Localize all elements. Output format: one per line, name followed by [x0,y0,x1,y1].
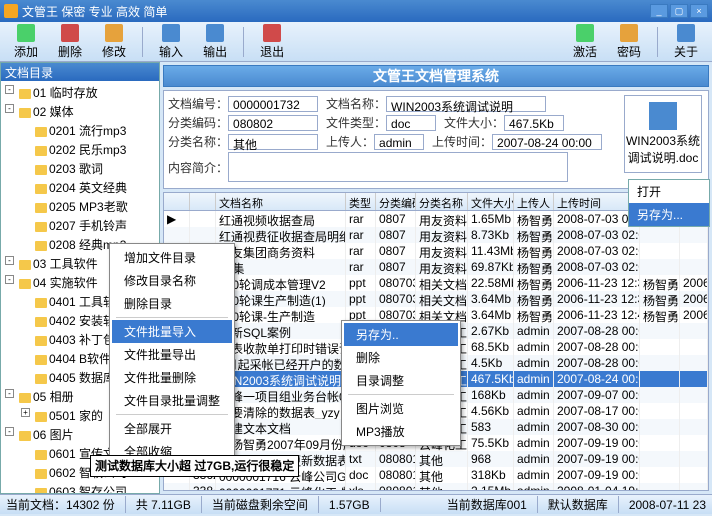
maximize-button[interactable]: ▢ [670,4,688,18]
desc-value [228,152,568,182]
menu-item[interactable]: 修改目录名称 [112,269,232,292]
table-row[interactable]: 860轮课生产制造(1)ppt080703相关文档3.64Mb杨智勇2006-1… [164,291,708,307]
table-row[interactable]: ▶红通视频收据查局rar0807用友资料1.65Mb杨智勇2008-07-03 … [164,211,708,227]
tb-exit[interactable]: 退出 [252,22,292,62]
menu-item[interactable]: 文件目录批量调整 [112,389,232,412]
add-icon [17,24,35,42]
menu-item[interactable]: 全部展开 [112,417,232,440]
tree-item[interactable]: 0204 英文经典 [3,178,157,197]
folder-icon [19,431,31,441]
in-icon [162,24,180,42]
folder-icon [19,89,31,99]
key-icon [576,24,594,42]
row-context-menu[interactable]: 另存为..删除目录调整图片浏览MP3播放 [341,320,461,446]
menu-item[interactable]: 目录调整 [344,369,458,392]
action-open[interactable]: 打开 [629,180,709,203]
table-header: 文档名称类型分类编码分类名称文件大小上传人上传时间更改人 [164,193,708,211]
edit-icon [105,24,123,42]
folder-icon [35,317,47,327]
table-row[interactable]: 用友集团商务资料rar0807用友资料11.43Mb杨智勇2008-07-03 … [164,243,708,259]
menu-item[interactable]: 删除目录 [112,292,232,315]
folder-icon [35,146,47,156]
tb-add[interactable]: 添加 [6,22,46,62]
tree-item[interactable]: 0205 MP3老歌 [3,197,157,216]
folder-icon [19,108,31,118]
folder-icon [35,222,47,232]
folder-icon [35,298,47,308]
tree-item[interactable]: 0207 手机铃声 [3,216,157,235]
preview-actions: 打开 另存为... [628,179,710,227]
tb-in[interactable]: 输入 [151,22,191,62]
tree-item[interactable]: 0202 民乐mp3 [3,140,157,159]
menu-item[interactable]: 文件批量导入 [112,320,232,343]
tb-password[interactable]: 密码 [609,22,649,62]
lock-icon [620,24,638,42]
tb-out[interactable]: 输出 [195,22,235,62]
folder-icon [35,241,47,251]
exit-icon [263,24,281,42]
menu-item[interactable]: 图片浏览 [344,397,458,420]
folder-icon [35,203,47,213]
tb-delete[interactable]: 删除 [50,22,90,62]
tree-item[interactable]: 0203 歌词 [3,159,157,178]
sidebar-header: 文档目录 [1,63,159,81]
info-icon [677,24,695,42]
folder-icon [35,488,47,493]
table-row[interactable]: 红通视费征收据查局明细表rar0807用友资料8.73Kb杨智勇2008-07-… [164,227,708,243]
preview-box[interactable]: WIN2003系统调试说明.doc [624,95,702,173]
app-icon [4,4,18,18]
tree-context-menu[interactable]: 增加文件目录修改目录名称删除目录文件批量导入文件批量导出文件批量删除文件目录批量… [109,243,235,466]
word-icon [649,102,677,130]
tb-edit[interactable]: 修改 [94,22,134,62]
menu-item[interactable]: 删除 [344,346,458,369]
app-banner: 文管王文档管理系统 [163,65,709,87]
folder-icon [19,393,31,403]
folder-icon [19,279,31,289]
folder-icon [35,127,47,137]
delete-icon [61,24,79,42]
folder-icon [35,412,47,422]
doc-name-value: WIN2003系统调试说明 [386,96,546,112]
menu-item[interactable]: 文件批量删除 [112,366,232,389]
doc-no-value: 0000001732 [228,96,318,112]
window-title: 文管王 保密 专业 高效 简单 [22,3,650,20]
folder-icon [35,469,47,479]
tree-item[interactable]: -01 临时存放 [3,83,157,102]
tb-about[interactable]: 关于 [666,22,706,62]
annotation-overlay: 测试数据库大小超 过7GB,运行很稳定 [90,455,299,477]
folder-icon [35,374,47,384]
tb-activate[interactable]: 激活 [565,22,605,62]
table-row[interactable]: 33840000001771 云峰化工-物流系统流程设计xls080801其他2… [164,483,708,491]
table-row[interactable]: 86集rar0807用友资料69.87Kb杨智勇2008-07-03 02:04 [164,259,708,275]
table-row[interactable]: 860轮调成本管理V2ppt080703相关文档22.58Mb杨智勇2006-1… [164,275,708,291]
close-button[interactable]: × [690,4,708,18]
toolbar: 添加 删除 修改 输入 输出 退出 激活 密码 关于 [0,22,712,62]
tree-item[interactable]: -02 媒体 [3,102,157,121]
minimize-button[interactable]: _ [650,4,668,18]
tree-item[interactable]: 0603 智存公司 [3,482,157,493]
folder-icon [19,260,31,270]
folder-icon [35,450,47,460]
statusbar: 当前文档：14302 份 共 7.11GB 当前磁盘剩余空间 1.57GB 当前… [0,494,712,514]
folder-icon [35,355,47,365]
info-panel: 文档编号：0000001732 文档名称：WIN2003系统调试说明 分类编码：… [163,90,709,189]
out-icon [206,24,224,42]
doc-no-label: 文档编号： [168,95,228,112]
menu-item[interactable]: MP3播放 [344,420,458,443]
menu-item[interactable]: 增加文件目录 [112,246,232,269]
folder-icon [35,165,47,175]
tree-item[interactable]: 0201 流行mp3 [3,121,157,140]
action-saveas[interactable]: 另存为... [629,203,709,226]
menu-item[interactable]: 文件批量导出 [112,343,232,366]
menu-item[interactable]: 另存为.. [344,323,458,346]
doc-name-label: 文档名称： [326,95,386,112]
folder-icon [35,184,47,194]
folder-icon [35,336,47,346]
